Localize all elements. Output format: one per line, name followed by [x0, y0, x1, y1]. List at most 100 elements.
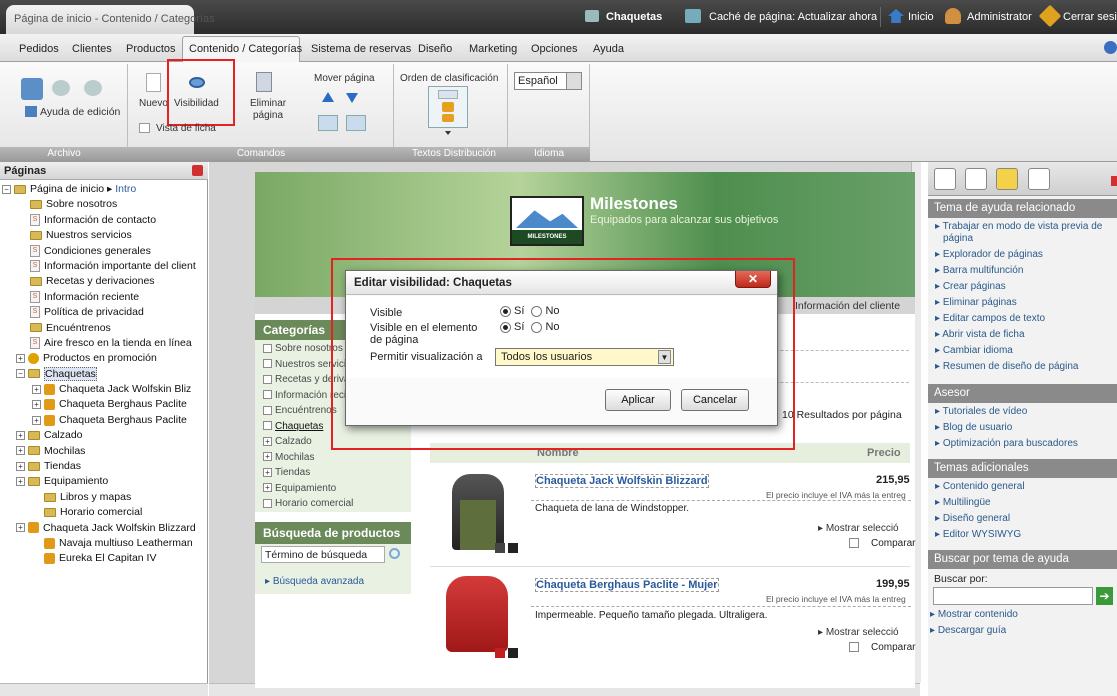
tree-row[interactable]: S Política de privacidad [2, 305, 206, 320]
tree-row[interactable]: Sobre nosotros [2, 197, 206, 212]
move-left-icon[interactable] [318, 115, 338, 131]
intro-link[interactable]: Intro [115, 183, 136, 195]
tree-row[interactable]: Encuéntrenos [2, 321, 206, 336]
tree-row[interactable]: Eureka El Capitan IV [2, 551, 206, 566]
cache-refresh-link[interactable]: Caché de página: Actualizar ahora [709, 11, 877, 23]
product-name-2[interactable]: Chaqueta Berghaus Paclite - Mujer [535, 578, 719, 592]
expand-toggle[interactable]: + [16, 430, 25, 440]
search-icon[interactable] [389, 548, 400, 559]
show-selection-2[interactable]: ▸ Mostrar selecció [818, 627, 899, 638]
help-link[interactable]: ▸ Blog de usuario [935, 422, 1113, 434]
menu-productos[interactable]: Productos [126, 43, 176, 55]
expand-toggle[interactable]: + [16, 354, 25, 364]
swatch-dark[interactable] [495, 543, 505, 553]
tree-row[interactable]: S Información reciente [2, 290, 206, 305]
tree-row[interactable]: + Tiendas [2, 459, 206, 474]
help-tab-history-icon[interactable] [1028, 168, 1050, 190]
delete-page-button[interactable]: Eliminar [250, 98, 286, 109]
tab-distribucion[interactable]: Distribución [444, 148, 496, 159]
help-link[interactable]: ▸ Editar campos de texto [935, 313, 1113, 325]
move-down-icon[interactable] [346, 93, 358, 103]
show-selection-1[interactable]: ▸ Mostrar selecció [818, 523, 899, 534]
expand-toggle[interactable]: + [32, 415, 41, 425]
tree-row[interactable]: S Condiciones generales [2, 244, 206, 259]
tree-row[interactable]: + Chaqueta Jack Wolfskin Bliz [2, 382, 206, 397]
category-item[interactable]: + Equipamiento [263, 483, 409, 499]
tree-row[interactable]: + Chaqueta Berghaus Paclite [2, 413, 206, 428]
help-search-go-icon[interactable]: ➔ [1096, 587, 1113, 605]
category-item[interactable]: + Mochilas [263, 452, 409, 468]
home-link[interactable]: Inicio [908, 11, 934, 23]
redo-icon[interactable] [84, 80, 102, 96]
help-search-input[interactable] [933, 587, 1093, 605]
tree-row[interactable]: S Información importante del client [2, 259, 206, 274]
menu-marketing[interactable]: Marketing [469, 43, 517, 55]
expand-toggle[interactable]: − [16, 369, 25, 379]
help-link[interactable]: ▸ Barra multifunción [935, 265, 1113, 277]
close-help-icon[interactable] [1111, 176, 1117, 186]
tree-row[interactable]: + Productos en promoción [2, 351, 206, 366]
tab-textos[interactable]: Textos [412, 148, 441, 159]
help-icon[interactable] [1104, 41, 1117, 54]
logout-link[interactable]: Cerrar sesió [1063, 11, 1117, 23]
swatch-black[interactable] [508, 543, 518, 553]
browser-tab[interactable]: Página de inicio - Contenido / Categoría… [6, 5, 215, 34]
help-link[interactable]: ▸ Mostrar contenido [930, 609, 1110, 621]
help-link[interactable]: ▸ Contenido general [935, 481, 1113, 493]
help-tab-question-icon[interactable] [934, 168, 956, 190]
admin-link[interactable]: Administrator [967, 11, 1032, 23]
tree-row[interactable]: Navaja multiuso Leatherman [2, 536, 206, 551]
help-link[interactable]: ▸ Multilingüe [935, 497, 1113, 509]
tree-row[interactable]: + Mochilas [2, 444, 206, 459]
menu-diseno[interactable]: Diseño [418, 43, 452, 55]
move-up-icon[interactable] [322, 92, 334, 102]
card-view-button[interactable]: Vista de ficha [156, 123, 216, 134]
expand-toggle[interactable]: + [32, 400, 41, 410]
help-link[interactable]: ▸ Abrir vista de ficha [935, 329, 1113, 341]
swatch-red[interactable] [495, 648, 505, 658]
tree-row[interactable]: Recetas y derivaciones [2, 274, 206, 289]
save-icon[interactable] [21, 78, 43, 100]
chevron-down-icon[interactable] [566, 73, 581, 89]
expand-toggle[interactable]: + [16, 523, 25, 533]
menu-pedidos[interactable]: Pedidos [19, 43, 59, 55]
help-link[interactable]: ▸ Crear páginas [935, 281, 1113, 293]
product-search-input[interactable]: Término de búsqueda [261, 546, 385, 563]
tree-row[interactable]: + Equipamiento [2, 474, 206, 489]
expand-toggle[interactable]: + [16, 477, 25, 487]
category-item[interactable]: + Tiendas [263, 467, 409, 483]
menu-reservas[interactable]: Sistema de reservas [311, 43, 411, 55]
tree-row[interactable]: Libros y mapas [2, 490, 206, 505]
help-tab-star-icon[interactable] [996, 168, 1018, 190]
undo-icon[interactable] [52, 80, 70, 96]
swatch-black[interactable] [508, 648, 518, 658]
col-price[interactable]: Precio [867, 447, 901, 459]
expand-toggle[interactable]: + [32, 384, 41, 394]
help-link[interactable]: ▸ Trabajar en modo de vista previa de pá… [935, 221, 1113, 245]
gallery-expand-icon[interactable] [445, 131, 451, 135]
help-link[interactable]: ▸ Eliminar páginas [935, 297, 1113, 309]
help-tab-book-icon[interactable] [965, 168, 987, 190]
help-link[interactable]: ▸ Descargar guía [930, 625, 1110, 637]
edit-help-button[interactable]: Ayuda de edición [40, 106, 120, 118]
help-link[interactable]: ▸ Editor WYSIWYG [935, 529, 1113, 541]
tree-row[interactable]: S Información de contacto [2, 213, 206, 228]
close-panel-icon[interactable] [192, 165, 203, 176]
help-link[interactable]: ▸ Optimización para buscadores [935, 438, 1113, 450]
tree-row[interactable]: Nuestros servicios [2, 228, 206, 243]
tree-row[interactable]: Horario comercial [2, 505, 206, 520]
compare-checkbox-1[interactable] [849, 538, 859, 548]
help-link[interactable]: ▸ Resumen de diseño de página [935, 361, 1113, 373]
product-image-1[interactable] [440, 470, 520, 554]
nav-client-info[interactable]: Información del cliente [795, 300, 900, 312]
tree-row[interactable]: + Chaqueta Jack Wolfskin Blizzard [2, 521, 206, 536]
menu-clientes[interactable]: Clientes [72, 43, 112, 55]
tree-row[interactable]: + Calzado [2, 428, 206, 443]
tree-row[interactable]: + Chaqueta Berghaus Paclite [2, 397, 206, 412]
new-button[interactable]: Nuevo [139, 98, 168, 109]
results-per-page[interactable]: 10 Resultados por página [782, 409, 902, 421]
product-name-1[interactable]: Chaqueta Jack Wolfskin Blizzard [535, 474, 709, 488]
category-item[interactable]: Horario comercial [263, 498, 409, 514]
sort-order-gallery[interactable] [428, 86, 468, 128]
help-link[interactable]: ▸ Diseño general [935, 513, 1113, 525]
